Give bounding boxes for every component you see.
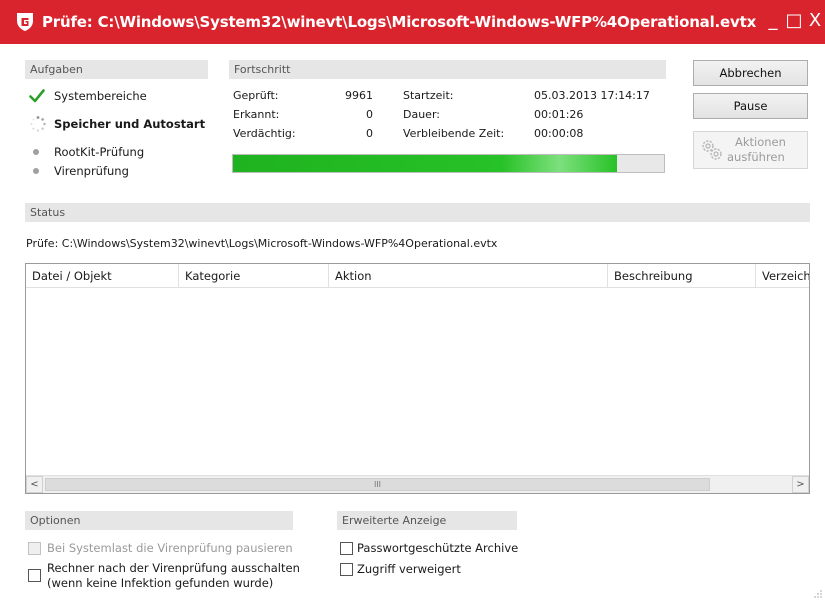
actions-label-line1: Aktionen: [735, 135, 786, 149]
execute-actions-button[interactable]: Aktionen ausführen: [693, 131, 808, 169]
pause-on-load-checkbox[interactable]: [28, 542, 41, 555]
scan-progress-bar: [232, 154, 665, 173]
options-header: Optionen: [25, 511, 293, 530]
window-title: Prüfe: C:\Windows\System32\winevt\Logs\M…: [42, 13, 757, 31]
scroll-right-button[interactable]: >: [792, 476, 809, 493]
gears-icon: [702, 140, 722, 160]
check-icon: [29, 89, 45, 103]
close-button[interactable]: X: [803, 8, 825, 34]
pause-on-load-label: Bei Systemlast die Virenprüfung pausiere…: [47, 541, 293, 555]
remaining-time-label: Verbleibende Zeit:: [403, 127, 505, 140]
suspicious-label: Verdächtig:: [233, 127, 296, 140]
scrollbar-thumb[interactable]: III: [45, 478, 710, 491]
tasks-header: Aufgaben: [25, 60, 208, 79]
column-header-action[interactable]: Aktion: [329, 264, 608, 288]
start-time-label: Startzeit:: [403, 89, 454, 102]
column-header-directory[interactable]: Verzeichnis: [756, 264, 809, 288]
pause-button[interactable]: Pause: [693, 93, 808, 119]
duration-label: Dauer:: [403, 108, 440, 121]
cancel-button[interactable]: Abbrechen: [693, 60, 808, 86]
status-header: Status: [25, 203, 810, 222]
start-time-value: 05.03.2013 17:14:17: [534, 89, 650, 102]
checked-label: Geprüft:: [233, 89, 279, 102]
shutdown-checkbox[interactable]: [28, 569, 41, 582]
table-header: Datei / Objekt Kategorie Aktion Beschrei…: [26, 264, 809, 288]
column-header-category[interactable]: Kategorie: [179, 264, 329, 288]
loading-spinner-icon: [30, 116, 46, 132]
shutdown-label-line1: Rechner nach der Virenprüfung ausschalte…: [47, 561, 300, 575]
progress-header: Fortschritt: [229, 60, 666, 79]
duration-value: 00:01:26: [534, 108, 584, 121]
scroll-left-button[interactable]: <: [26, 476, 43, 493]
detected-label: Erkannt:: [233, 108, 280, 121]
title-bar: Prüfe: C:\Windows\System32\winevt\Logs\M…: [0, 0, 825, 44]
resize-grip-icon[interactable]: [814, 590, 822, 598]
results-table[interactable]: Datei / Objekt Kategorie Aktion Beschrei…: [25, 263, 810, 494]
pending-dot-icon: [33, 168, 39, 174]
shutdown-label-line2: (wenn keine Infektion gefunden wurde): [47, 576, 274, 590]
column-header-description[interactable]: Beschreibung: [608, 264, 756, 288]
task-label: RootKit-Prüfung: [54, 145, 145, 159]
task-label: Virenprüfung: [54, 164, 129, 178]
advanced-display-header: Erweiterte Anzeige: [337, 511, 517, 530]
pending-dot-icon: [33, 149, 39, 155]
checked-value: 9961: [345, 89, 373, 102]
remaining-time-value: 00:00:08: [534, 127, 584, 140]
task-label: Systembereiche: [54, 89, 147, 103]
gdata-shield-icon: [17, 13, 33, 31]
detected-value: 0: [366, 108, 373, 121]
password-archives-checkbox[interactable]: [340, 542, 353, 555]
access-denied-checkbox[interactable]: [340, 563, 353, 576]
actions-label-line2: ausführen: [727, 150, 785, 164]
status-text: Prüfe: C:\Windows\System32\winevt\Logs\M…: [26, 237, 498, 250]
progress-fill: [233, 155, 617, 172]
password-archives-label: Passwortgeschützte Archive: [357, 541, 519, 555]
horizontal-scrollbar[interactable]: < III >: [26, 475, 809, 493]
task-label: Speicher und Autostart: [54, 117, 206, 131]
suspicious-value: 0: [366, 127, 373, 140]
access-denied-label: Zugriff verweigert: [357, 562, 461, 576]
column-header-file[interactable]: Datei / Objekt: [26, 264, 179, 288]
